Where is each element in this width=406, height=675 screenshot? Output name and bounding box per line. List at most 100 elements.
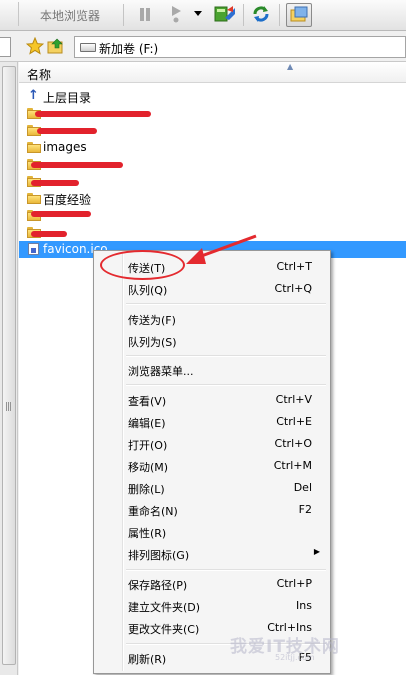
menu-item-shortcut: Ctrl+T [276,260,312,273]
play-step-button[interactable] [166,3,188,25]
drive-icon [80,43,96,52]
list-item[interactable]: images [19,139,406,156]
menu-item-move[interactable]: 移动(M) Ctrl+M [96,455,328,477]
menu-item-shortcut: Ctrl+P [276,577,312,590]
play-step-icon [172,6,181,23]
menu-item-save-path[interactable]: 保存路径(P) Ctrl+P [96,573,328,595]
menu-item-shortcut: Ctrl+Q [274,282,312,295]
menu-item-label: 队列(Q) [128,284,168,297]
toolbar-separator [279,4,280,26]
menu-item-shortcut: Ctrl+M [273,459,312,472]
menu-item-label: 移动(M) [128,461,169,474]
watermark-url: 52itjj.com [275,653,315,662]
menu-separator [126,384,326,386]
menu-item-shortcut: Ctrl+O [274,437,312,450]
list-item[interactable] [19,122,406,139]
redaction-mark [31,180,79,186]
menu-item-label: 删除(L) [128,483,165,496]
parent-folder-button[interactable] [46,35,68,57]
menu-item-delete[interactable]: 删除(L) Del [96,477,328,499]
sort-ascending-icon: ▲ [287,62,294,71]
annotation-circle [100,250,185,280]
menu-item-label: 保存路径(P) [128,579,188,592]
toolbar-left-edge [0,2,19,26]
refresh-icon [253,6,269,22]
menu-item-label: 队列为(S) [128,336,177,349]
menu-item-label: 重命名(N) [128,505,178,518]
menu-separator [126,569,326,571]
menu-item-queue-as[interactable]: 队列为(S) [96,330,328,352]
folder-icon [27,142,41,153]
menu-item-label: 编辑(E) [128,417,166,430]
submenu-arrow-icon: ▶ [313,547,320,556]
menu-separator [126,355,326,357]
menu-item-queue[interactable]: 队列(Q) Ctrl+Q [96,278,328,300]
menu-item-transfer-as[interactable]: 传送为(F) [96,308,328,330]
menu-item-shortcut: F2 [298,503,312,516]
ico-file-icon [28,243,39,255]
menu-separator [126,303,326,305]
menu-item-label: 更改文件夹(C) [128,623,200,636]
left-scrollbar-thumb[interactable] [2,66,16,665]
view-mode-button[interactable] [286,3,312,27]
menu-item-label: 排列图标(G) [128,549,190,562]
address-field[interactable]: 新加卷 (F:) [74,36,406,58]
folder-view-icon [290,6,308,22]
menu-item-browser-menu[interactable]: 浏览器菜单... [96,359,328,381]
folder-icon [27,193,41,204]
redaction-mark [35,111,151,117]
list-item[interactable] [19,156,406,173]
pause-button[interactable] [134,3,156,25]
star-icon [26,37,44,55]
column-header-label: 名称 [27,68,52,82]
toolbar-separator [243,4,244,26]
left-scroll-pane: ||| [0,62,18,675]
redaction-mark [31,162,123,168]
menu-item-new-folder[interactable]: 建立文件夹(D) Ins [96,595,328,617]
menu-item-label: 属性(R) [128,527,167,540]
list-item[interactable] [19,207,406,224]
list-item-label: 百度经验 [43,193,92,207]
chevron-down-icon [194,11,202,16]
menu-item-view[interactable]: 查看(V) Ctrl+V [96,389,328,411]
toolbar-separator [123,4,124,26]
local-browser-label[interactable]: 本地浏览器 [40,7,100,24]
list-item[interactable] [19,173,406,190]
menu-item-label: 传送为(F) [128,314,176,327]
grip-icon: ||| [5,402,12,412]
menu-item-label: 刷新(R) [128,653,167,666]
context-menu: 传送(T) Ctrl+T 队列(Q) Ctrl+Q 传送为(F) 队列为(S) … [93,250,331,674]
list-item[interactable]: 百度经验 [19,190,406,207]
redaction-mark [31,211,91,217]
annotation-arrow-icon [186,234,257,264]
list-item[interactable] [19,105,406,122]
address-path: 新加卷 (F:) [99,42,159,56]
menu-item-rename[interactable]: 重命名(N) F2 [96,499,328,521]
transfer-icon [214,6,235,22]
menu-item-shortcut: Ctrl+V [275,393,312,406]
menu-item-shortcut: Del [293,481,312,494]
menu-item-open[interactable]: 打开(O) Ctrl+O [96,433,328,455]
redaction-mark [37,128,97,134]
menu-item-label: 建立文件夹(D) [128,601,201,614]
menu-item-label: 查看(V) [128,395,167,408]
list-item-label: images [43,140,87,154]
transfer-queue-button[interactable] [212,3,238,25]
up-arrow-icon: ↑ [28,88,39,103]
menu-item-arrange-icons[interactable]: 排列图标(G) ▶ [96,543,328,565]
menu-item-label: 浏览器菜单... [128,365,194,378]
menu-item-shortcut: Ins [296,599,312,612]
address-row: 新加卷 (F:) [0,31,406,62]
refresh-button[interactable] [250,3,272,25]
menu-item-edit[interactable]: 编辑(E) Ctrl+E [96,411,328,433]
favorites-button[interactable] [24,35,46,57]
list-item-label: 上层目录 [43,91,92,105]
play-dropdown-button[interactable] [192,3,204,25]
menu-item-shortcut: Ctrl+E [276,415,312,428]
folder-up-icon [47,38,63,54]
menu-item-label: 打开(O) [128,439,168,452]
menu-item-properties[interactable]: 属性(R) [96,521,328,543]
column-header-name[interactable]: 名称 ▲ [19,62,406,83]
left-dropdown[interactable] [0,37,11,57]
list-item-parent-dir[interactable]: ↑ 上层目录 [19,88,406,105]
